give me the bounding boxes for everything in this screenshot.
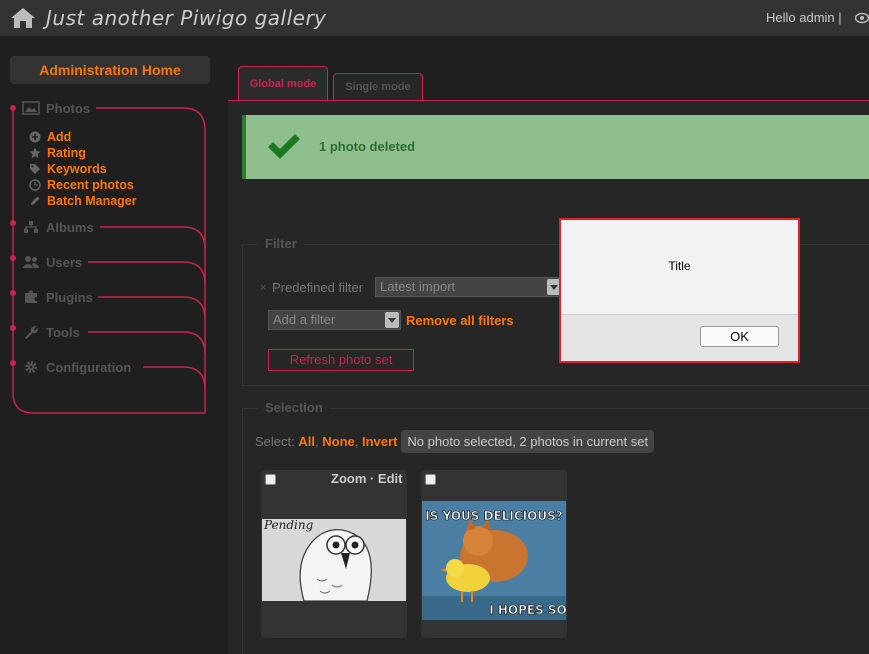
add-filter-value: Add a filter [273,312,336,327]
predefined-filter-label: Predefined filter [272,280,364,295]
menu-users[interactable]: Users [22,253,87,271]
select-separator: , [354,434,359,449]
success-message: 1 photo deleted [242,115,869,179]
meme-top-text: IS YOUS DELICIOUS? [425,509,562,523]
menu-item-rating-label: Rating [47,146,86,160]
select-separator: , [315,434,319,449]
refresh-photo-set-button[interactable]: Refresh photo set [268,349,414,371]
remove-all-filters-link[interactable]: Remove all filters [406,313,514,328]
gallery-title[interactable]: Just another Piwigo gallery [46,6,327,30]
menu-tools-label: Tools [46,324,80,340]
home-icon[interactable] [10,7,36,29]
add-filter-select[interactable]: Add a filter [268,310,401,330]
tab-global-mode[interactable]: Global mode [238,66,328,100]
menu-users-label: Users [46,254,83,270]
kitten-thumbnail-image[interactable]: IS YOUS DELICIOUS? I HOPES SO [422,501,566,620]
dialog-title: Title [668,259,691,273]
select-invert-link[interactable]: Invert [362,434,397,449]
plus-circle-icon [29,131,41,143]
checkmark-icon [268,134,300,159]
select-controls: Select: All, None, Invert No photo selec… [255,430,655,453]
tab-single-mode[interactable]: Single mode [333,73,423,100]
administration-home-button[interactable]: Administration Home [10,56,210,84]
pencil-icon [31,196,40,205]
photo-checkbox[interactable] [265,474,276,485]
menu-item-recent-photos[interactable]: Recent photos [29,177,134,193]
select-none-link[interactable]: None [322,434,355,449]
menu-item-recent-photos-label: Recent photos [47,178,134,192]
chevron-down-icon [385,312,399,328]
menu-tools[interactable]: Tools [22,323,84,341]
users-icon [22,256,40,268]
menu-item-rating[interactable]: Rating [29,145,86,161]
remove-filter-icon[interactable]: × [260,282,266,294]
puzzle-icon [25,290,37,303]
pending-caption: Pending [263,519,314,532]
success-message-text: 1 photo deleted [319,139,416,154]
menu-plugins-label: Plugins [46,289,93,305]
menu-photos-label: Photos [46,100,91,116]
menu-albums[interactable]: Albums [22,218,98,236]
predefined-filter-value: Latest import [380,279,456,294]
photo-checkbox[interactable] [425,474,436,485]
menu-configuration-label: Configuration [46,359,132,375]
dialog-footer: OK [561,314,798,361]
photo-thumbnail-card[interactable]: Zoom · Edit Pending [261,470,407,638]
tags-icon [30,164,40,174]
sitemap-icon [24,221,38,233]
greeting-text: Hello admin | [766,10,842,25]
menu-item-add[interactable]: Add [29,129,71,145]
tab-underline [228,100,869,101]
gear-icon [25,361,37,373]
clock-icon [29,179,41,191]
zoom-edit-links[interactable]: Zoom · Edit [331,471,403,486]
filter-legend: Filter [258,236,304,251]
star-icon [29,147,41,159]
select-all-link[interactable]: All [298,434,315,449]
owl-thumbnail-image[interactable]: Pending [262,519,406,601]
menu-item-keywords[interactable]: Keywords [29,161,107,177]
menu-photos[interactable]: Photos [22,99,95,117]
menu-item-batch-manager-label: Batch Manager [47,194,137,208]
menu-item-add-label: Add [47,130,72,144]
ok-button[interactable]: OK [700,326,779,347]
menu-albums-label: Albums [46,219,94,235]
menu-plugins[interactable]: Plugins [22,288,97,306]
alert-dialog: Title OK [559,218,800,363]
menu-configuration[interactable]: Configuration [22,358,136,376]
selection-status: No photo selected, 2 photos in current s… [401,430,655,453]
meme-bottom-text: I HOPES SO [489,603,566,617]
menu-item-batch-manager[interactable]: Batch Manager [29,193,137,209]
wrench-icon [25,326,38,339]
menu-item-keywords-label: Keywords [47,162,107,176]
photo-thumbnail-card[interactable]: IS YOUS DELICIOUS? I HOPES SO [421,470,567,638]
top-header: Just another Piwigo gallery Hello admin … [0,0,869,36]
image-icon [22,101,40,115]
predefined-filter-select[interactable]: Latest import [375,277,563,297]
eye-icon[interactable] [855,12,869,24]
selection-legend: Selection [258,400,330,415]
select-label: Select: [255,434,295,449]
